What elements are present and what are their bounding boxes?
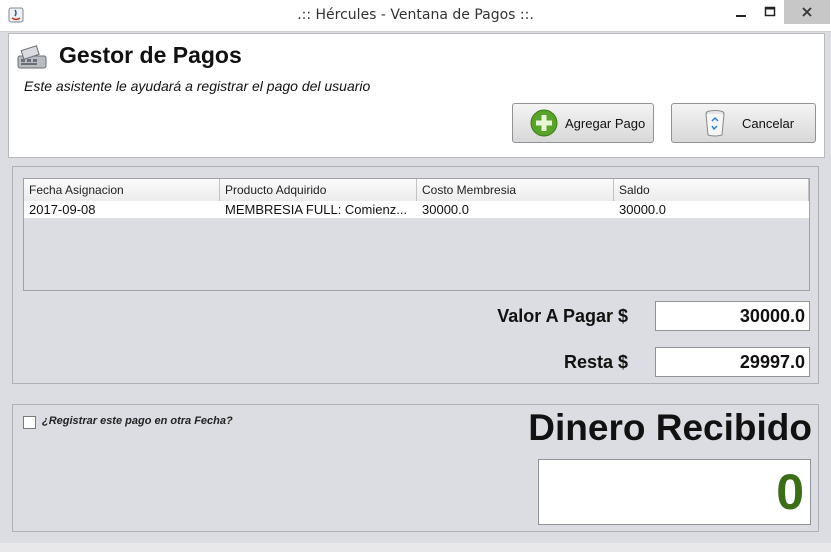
add-payment-label: Agregar Pago: [565, 115, 646, 131]
memberships-table[interactable]: Fecha Asignacion Producto Adquirido Cost…: [23, 178, 810, 291]
money-received-input[interactable]: 0: [538, 459, 811, 525]
cell-costo: 30000.0: [422, 202, 469, 217]
cell-fecha: 2017-09-08: [29, 202, 96, 217]
window-title: .:: Hércules - Ventana de Pagos ::.: [297, 7, 534, 23]
cell-saldo: 30000.0: [619, 202, 666, 217]
maximize-button[interactable]: [756, 0, 784, 24]
cell-producto: MEMBRESIA FULL: Comienz...: [225, 202, 408, 217]
minimize-button[interactable]: [726, 0, 756, 24]
cash-register-icon: [17, 45, 47, 69]
window-bottom-edge: [0, 543, 831, 552]
other-date-label[interactable]: ¿Registrar este pago en otra Fecha?: [42, 415, 233, 427]
cancel-button[interactable]: Cancelar: [671, 103, 816, 143]
column-header-saldo[interactable]: Saldo: [614, 179, 809, 201]
money-received-panel: ¿Registrar este pago en otra Fecha? Dine…: [12, 404, 819, 532]
maximize-icon: [764, 6, 776, 17]
money-received-title: Dinero Recibido: [528, 407, 812, 448]
remaining-field[interactable]: 29997.0: [655, 347, 810, 377]
column-header-fecha[interactable]: Fecha Asignacion: [24, 179, 220, 201]
remaining-label: Resta $: [563, 352, 628, 372]
close-button[interactable]: [784, 0, 830, 24]
payment-details-panel: Fecha Asignacion Producto Adquirido Cost…: [12, 166, 819, 384]
page-subtitle: Este asistente le ayudará a registrar el…: [24, 78, 371, 94]
amount-due-field[interactable]: 30000.0: [655, 301, 810, 331]
recycle-bin-icon: [705, 110, 725, 137]
minimize-icon: [736, 15, 746, 17]
page-title: Gestor de Pagos: [59, 42, 242, 68]
table-row[interactable]: 2017-09-08 MEMBRESIA FULL: Comienz... 30…: [24, 201, 809, 218]
column-header-producto[interactable]: Producto Adquirido: [220, 179, 417, 201]
plus-icon: [530, 109, 558, 137]
amount-due-label: Valor A Pagar $: [497, 306, 628, 326]
other-date-checkbox[interactable]: [23, 416, 36, 429]
window-titlebar: .:: Hércules - Ventana de Pagos ::.: [0, 0, 831, 32]
cancel-label: Cancelar: [742, 115, 795, 131]
header-panel: Gestor de Pagos Este asistente le ayudar…: [8, 33, 825, 158]
add-payment-button[interactable]: Agregar Pago: [512, 103, 654, 143]
close-icon: [802, 7, 812, 17]
column-header-costo[interactable]: Costo Membresia: [417, 179, 614, 201]
table-header: Fecha Asignacion Producto Adquirido Cost…: [24, 179, 809, 202]
